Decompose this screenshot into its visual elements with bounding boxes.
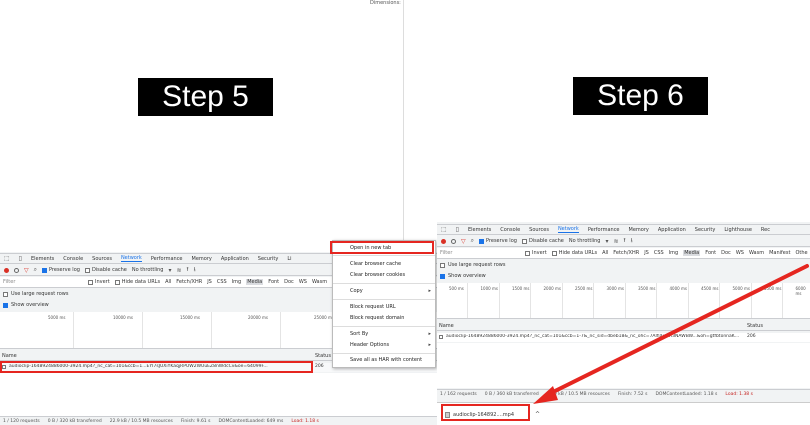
filter-type-fetch-xhr[interactable]: Fetch/XHR — [176, 279, 202, 285]
timeline-tick: 15000 ms — [180, 315, 200, 320]
left-panel-step-5: Dimensions: Step 5 ⬚ ▯ Elements Console … — [0, 0, 437, 425]
timeline-gridline — [211, 312, 212, 348]
tab-elements[interactable]: Elements — [31, 256, 54, 262]
throttling-select[interactable]: No throttling — [132, 267, 164, 273]
tab-sources[interactable]: Sources — [92, 256, 112, 262]
network-conditions-icon[interactable]: ≋ — [176, 267, 181, 274]
menu-sort-by[interactable]: Sort By — [350, 331, 368, 337]
import-icon[interactable]: ⭱ — [187, 265, 189, 275]
right-panel-step-6: Step 6 ⬚ ▯ Elements Console Sources Netw… — [437, 0, 810, 425]
context-menu: Open in new tab Clear browser cache Clea… — [332, 240, 436, 368]
tab-application[interactable]: Application — [221, 256, 249, 262]
menu-separator — [333, 353, 435, 354]
filter-input[interactable]: Filter — [3, 279, 83, 285]
col-status-header[interactable]: Status — [315, 353, 331, 359]
tab-lighthouse[interactable]: Li — [287, 256, 291, 262]
large-rows-box[interactable] — [3, 291, 8, 297]
page-viewport — [0, 0, 437, 252]
timeline-gridline — [142, 312, 143, 348]
status-domcontentloaded: DOMContentLoaded: 649 ms — [218, 418, 284, 424]
highlight-menu-item-box — [330, 241, 434, 254]
step-label: Step 5 — [138, 78, 273, 116]
status-resources: 22.9 kB / 10.5 MB resources — [109, 418, 173, 424]
menu-separator — [333, 326, 435, 327]
menu-block-request-url[interactable]: Block request URL — [350, 304, 396, 310]
filter-type-wasm[interactable]: Wasm — [312, 279, 327, 285]
preserve-log-label: Preserve log — [49, 267, 80, 273]
submenu-arrow-icon: ▸ — [428, 342, 431, 348]
show-overview-option[interactable]: Show overview — [3, 302, 49, 308]
filter-type-ws[interactable]: WS — [299, 279, 307, 285]
menu-header-options[interactable]: Header Options — [350, 342, 389, 348]
menu-save-har[interactable]: Save all as HAR with content — [350, 357, 422, 363]
hide-data-urls-box[interactable] — [114, 279, 120, 285]
filter-type-js[interactable]: JS — [207, 279, 212, 285]
filter-type-font[interactable]: Font — [268, 279, 279, 285]
filter-icon[interactable]: ▽ — [24, 267, 29, 274]
timeline-tick: 5000 ms — [48, 315, 66, 320]
invert-checkbox[interactable]: Invert — [88, 279, 110, 285]
timeline-gridline — [280, 312, 281, 348]
device-toolbar-icon[interactable]: ▯ — [19, 255, 22, 262]
status-finish: Finish: 9.61 s — [180, 418, 211, 424]
timeline-tick: 10000 ms — [113, 315, 133, 320]
submenu-arrow-icon: ▸ — [428, 331, 431, 337]
red-arrow-icon — [533, 264, 809, 404]
submenu-arrow-icon: ▸ — [428, 288, 431, 294]
disable-cache-label: Disable cache — [91, 267, 127, 273]
menu-separator — [333, 283, 435, 284]
export-icon[interactable]: ⭳ — [194, 265, 196, 275]
inspect-icon[interactable]: ⬚ — [4, 255, 10, 262]
filter-type-css[interactable]: CSS — [217, 279, 227, 285]
menu-separator — [333, 299, 435, 300]
tab-network[interactable]: Network — [120, 255, 142, 262]
menu-clear-browser-cookies[interactable]: Clear browser cookies — [350, 272, 405, 278]
filter-type-doc[interactable]: Doc — [284, 279, 294, 285]
col-name-header[interactable]: Name — [2, 353, 17, 359]
menu-clear-browser-cache[interactable]: Clear browser cache — [350, 261, 401, 267]
highlight-row-box — [0, 361, 313, 373]
network-statusbar: 1 / 120 requests 0 B / 320 kB transferre… — [0, 416, 437, 425]
chevron-down-icon[interactable]: ▾ — [168, 267, 171, 274]
clear-icon[interactable] — [14, 267, 19, 273]
menu-copy[interactable]: Copy — [350, 288, 363, 294]
tab-performance[interactable]: Performance — [151, 256, 183, 262]
show-overview-box[interactable] — [3, 302, 8, 308]
disable-cache-checkbox[interactable]: Disable cache — [84, 267, 127, 273]
status-load: Load: 1.18 s — [291, 418, 319, 424]
status-transferred: 0 B / 320 kB transferred — [47, 418, 102, 424]
record-icon[interactable] — [4, 267, 9, 273]
filter-type-img[interactable]: Img — [232, 279, 242, 285]
hide-data-urls-checkbox[interactable]: Hide data URLs — [114, 279, 161, 285]
timeline-gridline — [73, 312, 74, 348]
hide-data-urls-label: Hide data URLs — [121, 279, 161, 285]
side-area — [403, 0, 437, 252]
tab-console[interactable]: Console — [63, 256, 83, 262]
disable-cache-box[interactable] — [84, 267, 90, 273]
preserve-log-box[interactable] — [42, 267, 47, 273]
dimensions-label: Dimensions: — [370, 0, 401, 6]
invert-label: Invert — [95, 279, 110, 285]
table-empty-area — [0, 373, 437, 416]
large-rows-option[interactable]: Use large request rows — [3, 291, 69, 297]
tab-memory[interactable]: Memory — [192, 256, 212, 262]
filter-type-media[interactable]: Media — [246, 279, 264, 285]
menu-block-request-domain[interactable]: Block request domain — [350, 315, 404, 321]
row-status: 206 — [315, 364, 324, 369]
filter-type-all[interactable]: All — [165, 279, 171, 285]
invert-box[interactable] — [88, 279, 93, 285]
show-overview-label: Show overview — [11, 302, 49, 308]
preserve-log-checkbox[interactable]: Preserve log — [42, 267, 80, 273]
menu-separator — [333, 255, 435, 256]
search-icon[interactable]: ⌕ — [34, 266, 37, 274]
timeline-tick: 25000 ms — [314, 315, 334, 320]
timeline-tick: 20000 ms — [248, 315, 268, 320]
tab-security[interactable]: Security — [258, 256, 279, 262]
large-rows-label: Use large request rows — [11, 291, 69, 297]
status-requests: 1 / 120 requests — [3, 418, 40, 424]
